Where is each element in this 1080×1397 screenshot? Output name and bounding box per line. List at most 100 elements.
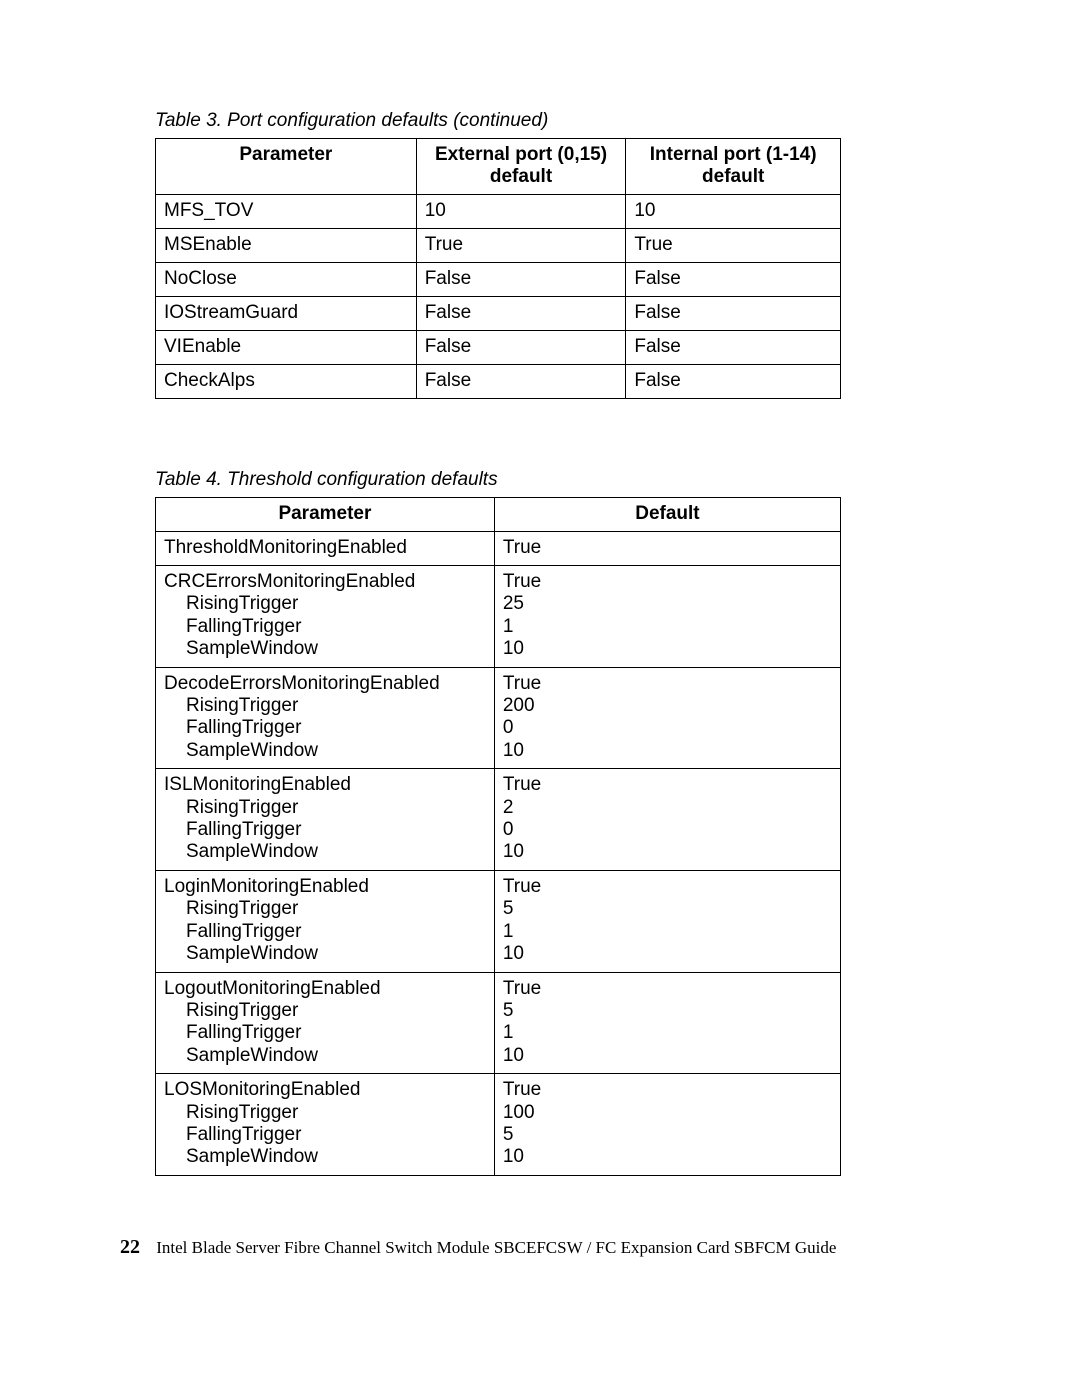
table3-caption: Table 3. Port configuration defaults (co… (155, 110, 925, 132)
table4-cell-default: True 25 1 10 (494, 566, 840, 668)
table4-header-row: Parameter Default (156, 498, 841, 532)
param-rising-trigger: RisingTrigger (164, 797, 486, 819)
table4-cell-default: True 5 1 10 (494, 972, 840, 1074)
page-number: 22 (120, 1236, 140, 1258)
param-sample-window: SampleWindow (164, 943, 486, 965)
val-rising-trigger: 100 (503, 1102, 535, 1123)
table4-header-parameter: Parameter (156, 498, 495, 532)
param-main: LogoutMonitoringEnabled (164, 978, 381, 999)
document-page: Table 3. Port configuration defaults (co… (0, 0, 1080, 1397)
table4-cell-parameter: DecodeErrorsMonitoringEnabled RisingTrig… (156, 667, 495, 769)
param-main: ISLMonitoringEnabled (164, 774, 351, 795)
param-rising-trigger: RisingTrigger (164, 695, 486, 717)
table3-cell-external: False (416, 331, 626, 365)
table3-cell-internal: False (626, 331, 841, 365)
table3-row: MFS_TOV 10 10 (156, 195, 841, 229)
param-sample-window: SampleWindow (164, 1146, 486, 1168)
table4-threshold-config-defaults: Parameter Default ThresholdMonitoringEna… (155, 497, 841, 1176)
param-sample-window: SampleWindow (164, 1045, 486, 1067)
table4-row: LOSMonitoringEnabled RisingTrigger Falli… (156, 1074, 841, 1176)
table3-cell-internal: 10 (626, 195, 841, 229)
val-falling-trigger: 1 (503, 921, 514, 942)
table3-cell-parameter: MFS_TOV (156, 195, 417, 229)
table3-cell-external: True (416, 229, 626, 263)
val-sample-window: 10 (503, 943, 524, 964)
table4-caption: Table 4. Threshold configuration default… (155, 469, 925, 491)
table4-row: ThresholdMonitoringEnabled True (156, 532, 841, 566)
table4-cell-parameter: LogoutMonitoringEnabled RisingTrigger Fa… (156, 972, 495, 1074)
table4-cell-default: True (494, 532, 840, 566)
val-main: True (503, 978, 541, 999)
val-sample-window: 10 (503, 841, 524, 862)
table3-header-row: Parameter External port (0,15) default I… (156, 139, 841, 195)
table4-row: LogoutMonitoringEnabled RisingTrigger Fa… (156, 972, 841, 1074)
table3-row: CheckAlps False False (156, 365, 841, 399)
table3-cell-external: False (416, 263, 626, 297)
table3-cell-internal: False (626, 365, 841, 399)
param-sample-window: SampleWindow (164, 841, 486, 863)
val-sample-window: 10 (503, 740, 524, 761)
table3-row: NoClose False False (156, 263, 841, 297)
table4-cell-parameter: LoginMonitoringEnabled RisingTrigger Fal… (156, 870, 495, 972)
param-main: LoginMonitoringEnabled (164, 876, 369, 897)
table3-cell-parameter: NoClose (156, 263, 417, 297)
table3-row: IOStreamGuard False False (156, 297, 841, 331)
table4-header-default: Default (494, 498, 840, 532)
table3-header-external: External port (0,15) default (416, 139, 626, 195)
table4-row: CRCErrorsMonitoringEnabled RisingTrigger… (156, 566, 841, 668)
table4-cell-default: True 100 5 10 (494, 1074, 840, 1176)
table3-cell-external: False (416, 365, 626, 399)
table3-header-internal: Internal port (1-14) default (626, 139, 841, 195)
table3-port-config-defaults: Parameter External port (0,15) default I… (155, 138, 841, 399)
val-rising-trigger: 5 (503, 1000, 514, 1021)
footer-title: Intel Blade Server Fibre Channel Switch … (156, 1238, 836, 1257)
table4-row: LoginMonitoringEnabled RisingTrigger Fal… (156, 870, 841, 972)
table4-cell-default: True 2 0 10 (494, 769, 840, 871)
val-main: True (503, 571, 541, 592)
param-falling-trigger: FallingTrigger (164, 1022, 486, 1044)
val-rising-trigger: 25 (503, 593, 524, 614)
table3-cell-internal: False (626, 263, 841, 297)
param-main: DecodeErrorsMonitoringEnabled (164, 673, 440, 694)
param-falling-trigger: FallingTrigger (164, 1124, 486, 1146)
table3-cell-parameter: VIEnable (156, 331, 417, 365)
val-falling-trigger: 1 (503, 616, 514, 637)
param-main: LOSMonitoringEnabled (164, 1079, 360, 1100)
param-sample-window: SampleWindow (164, 638, 486, 660)
table3-cell-internal: False (626, 297, 841, 331)
val-sample-window: 10 (503, 1045, 524, 1066)
val-main: True (503, 673, 541, 694)
table3-cell-external: False (416, 297, 626, 331)
table4-cell-default: True 5 1 10 (494, 870, 840, 972)
param-falling-trigger: FallingTrigger (164, 717, 486, 739)
table4-cell-parameter: CRCErrorsMonitoringEnabled RisingTrigger… (156, 566, 495, 668)
param-rising-trigger: RisingTrigger (164, 898, 486, 920)
val-main: True (503, 876, 541, 897)
param-falling-trigger: FallingTrigger (164, 819, 486, 841)
table4-cell-parameter: ThresholdMonitoringEnabled (156, 532, 495, 566)
table4-row: ISLMonitoringEnabled RisingTrigger Falli… (156, 769, 841, 871)
val-falling-trigger: 0 (503, 819, 514, 840)
val-rising-trigger: 200 (503, 695, 535, 716)
val-rising-trigger: 5 (503, 898, 514, 919)
table3-cell-internal: True (626, 229, 841, 263)
page-footer: 22 Intel Blade Server Fibre Channel Swit… (120, 1236, 836, 1259)
val-sample-window: 10 (503, 638, 524, 659)
table3-cell-external: 10 (416, 195, 626, 229)
val-falling-trigger: 0 (503, 717, 514, 738)
param-rising-trigger: RisingTrigger (164, 593, 486, 615)
val-main: True (503, 1079, 541, 1100)
val-rising-trigger: 2 (503, 797, 514, 818)
val-falling-trigger: 5 (503, 1124, 514, 1145)
val-sample-window: 10 (503, 1146, 524, 1167)
table4-cell-parameter: ISLMonitoringEnabled RisingTrigger Falli… (156, 769, 495, 871)
table3-cell-parameter: CheckAlps (156, 365, 417, 399)
table3-cell-parameter: MSEnable (156, 229, 417, 263)
param-falling-trigger: FallingTrigger (164, 921, 486, 943)
table4-row: DecodeErrorsMonitoringEnabled RisingTrig… (156, 667, 841, 769)
table3-row: MSEnable True True (156, 229, 841, 263)
param-falling-trigger: FallingTrigger (164, 616, 486, 638)
table3-header-parameter: Parameter (156, 139, 417, 195)
param-sample-window: SampleWindow (164, 740, 486, 762)
val-main: True (503, 774, 541, 795)
